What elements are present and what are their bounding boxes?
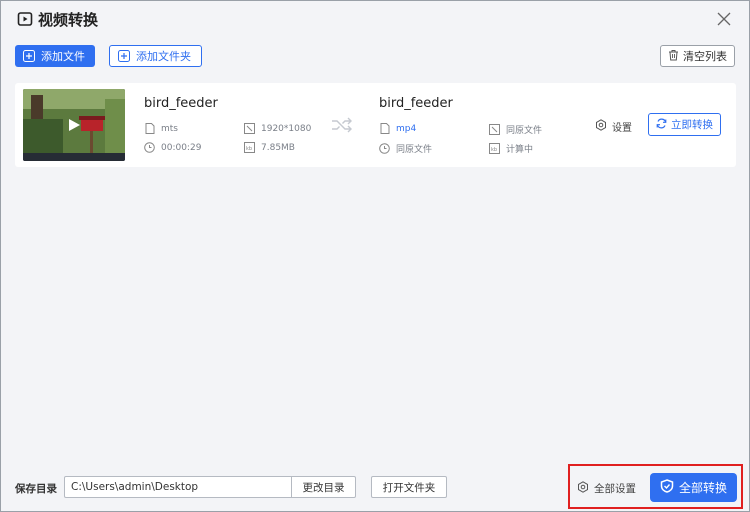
title-bar: 视频转换 [1,1,749,37]
toolbar: 添加文件 添加文件夹 [15,45,202,67]
resolution-icon [489,124,500,135]
add-file-button[interactable]: 添加文件 [15,45,95,67]
file-list-item: bird_feeder mts 1920*1080 00:00:29 kb 7.… [15,83,736,167]
svg-text:kb: kb [491,147,497,153]
all-settings-label: 全部设置 [594,483,636,495]
clear-list-button[interactable]: 清空列表 [660,45,735,67]
file-icon [144,123,155,134]
source-duration: 00:00:29 [144,142,201,153]
save-path-field: 更改目录 [64,476,356,498]
clear-list-label: 清空列表 [683,50,727,63]
target-filename: bird_feeder [379,96,453,111]
convert-now-button[interactable]: 立即转换 [648,113,721,136]
open-folder-button[interactable]: 打开文件夹 [371,476,447,498]
source-resolution: 1920*1080 [244,123,311,134]
svg-text:kb: kb [246,146,252,152]
item-settings-label: 设置 [612,123,632,134]
play-icon[interactable] [67,117,81,136]
size-icon: kb [489,143,500,154]
source-size-value: 7.85MB [261,142,295,153]
target-resolution: 同原文件 [489,123,542,136]
target-format[interactable]: mp4 [379,123,416,134]
source-format-value: mts [161,123,178,134]
source-duration-value: 00:00:29 [161,142,202,153]
trash-icon [668,49,679,64]
target-folder: 同原文件 [379,142,432,155]
resolution-icon [244,123,255,134]
item-settings-button[interactable]: 设置 [595,119,632,134]
shuffle-icon [331,117,353,137]
source-filename: bird_feeder [144,96,218,111]
size-icon: kb [244,142,255,153]
target-format-value: mp4 [396,123,417,134]
convert-now-label: 立即转换 [671,119,713,131]
source-format: mts [144,123,178,134]
save-path-input[interactable] [65,477,291,497]
close-icon[interactable] [717,11,733,27]
save-dir-label: 保存目录 [15,483,57,495]
plus-icon [23,50,35,62]
source-resolution-value: 1920*1080 [261,123,312,134]
convert-all-label: 全部转换 [678,481,727,495]
change-dir-button[interactable]: 更改目录 [291,477,355,497]
target-size: kb 计算中 [489,142,533,155]
add-folder-button[interactable]: 添加文件夹 [109,45,202,67]
all-settings-button[interactable]: 全部设置 [577,481,636,496]
plus-icon [118,50,130,62]
file-icon [379,123,390,134]
target-folder-value: 同原文件 [396,145,433,155]
shield-icon [660,479,674,496]
target-resolution-value: 同原文件 [506,126,543,136]
convert-all-button[interactable]: 全部转换 [650,473,737,502]
target-size-value: 计算中 [506,145,534,155]
app-icon [16,10,34,28]
add-file-label: 添加文件 [41,50,85,63]
refresh-icon [656,118,667,132]
video-thumbnail[interactable] [23,89,125,161]
gear-icon [595,119,607,134]
clock-icon [379,143,390,154]
clock-icon [144,142,155,153]
source-size: kb 7.85MB [244,142,295,153]
window-title: 视频转换 [38,10,99,29]
add-folder-label: 添加文件夹 [136,50,191,63]
gear-icon [577,481,589,496]
